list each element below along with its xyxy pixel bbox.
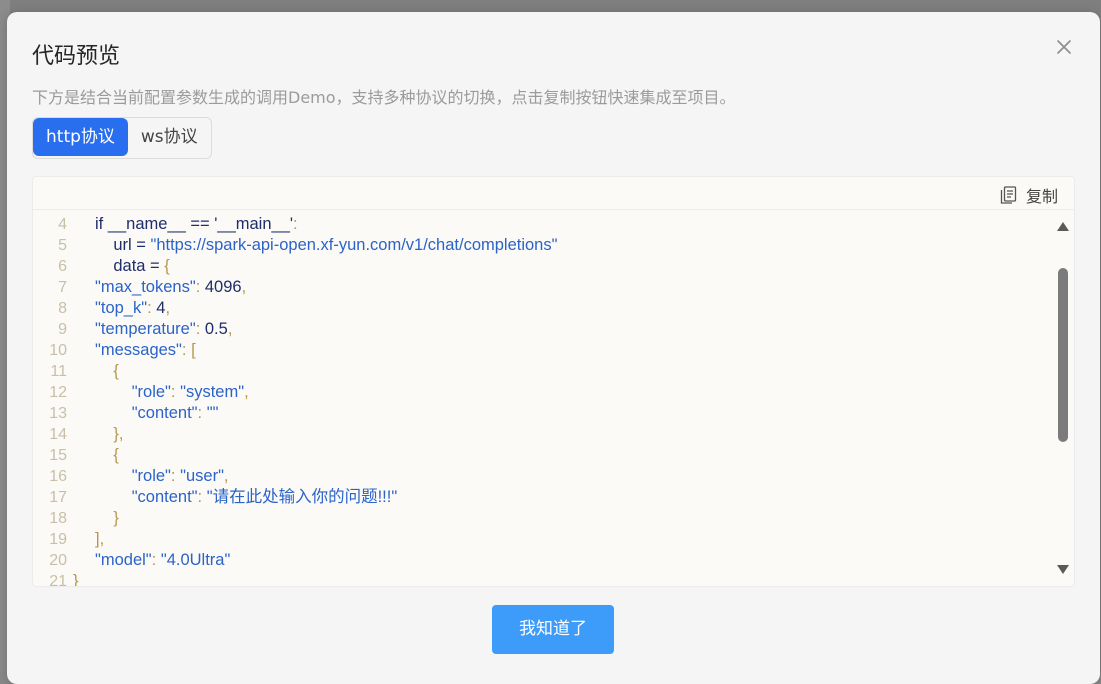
copy-label: 复制 [1025, 187, 1058, 206]
line-number: 16 [49, 468, 67, 485]
code-text: "content": "请在此处输入你的问题!!!" [131, 488, 398, 506]
code-line: 13 "content": "" [33, 403, 1051, 424]
code-line: 5 url = "https://spark-api-open.xf-yun.c… [33, 235, 1051, 256]
code-text: "top_k": 4, [95, 299, 171, 317]
code-lines: 4 if __name__ == '__main__': 5 url = "http… [33, 214, 1051, 586]
code-line: 9 "temperature": 0.5, [33, 319, 1051, 340]
line-number: 18 [49, 510, 67, 527]
line-number: 8 [58, 300, 67, 317]
scrollbar-thumb[interactable] [1058, 268, 1068, 442]
vertical-scrollbar[interactable] [1054, 211, 1072, 585]
close-icon[interactable] [1055, 38, 1073, 56]
scroll-down-icon[interactable] [1057, 565, 1069, 575]
confirm-button[interactable]: 我知道了 [492, 605, 614, 654]
code-editor[interactable]: 4 if __name__ == '__main__': 5 url = "http… [33, 210, 1051, 586]
code-text: } [73, 572, 79, 586]
code-text: "model": "4.0Ultra" [95, 551, 231, 569]
code-text: "role": "user", [131, 467, 229, 485]
tab-http[interactable]: http协议 [33, 118, 128, 156]
copy-button[interactable]: 复制 [1000, 183, 1058, 207]
line-number: 5 [58, 237, 67, 254]
scroll-up-icon[interactable] [1057, 221, 1069, 231]
code-text: "max_tokens": 4096, [95, 278, 247, 296]
tab-ws[interactable]: ws协议 [128, 118, 211, 156]
protocol-tabs: http协议 ws协议 [32, 117, 212, 159]
code-line: 8 "top_k": 4, [33, 298, 1051, 319]
line-number: 9 [58, 321, 67, 338]
line-number: 20 [49, 552, 67, 569]
code-panel: 复制 4 if __name__ == '__main__': 5 url = "h… [32, 176, 1075, 587]
code-text: { [113, 362, 119, 380]
code-line: 17 "content": "请在此处输入你的问题!!!" [33, 487, 1051, 508]
dialog-subtitle: 下方是结合当前配置参数生成的调用Demo，支持多种协议的切换，点击复制按钮快速集… [32, 88, 736, 107]
line-number: 7 [58, 279, 67, 296]
code-text: data = { [95, 257, 170, 275]
code-line: 12 "role": "system", [33, 382, 1051, 403]
code-text: if __name__ == '__main__': [95, 215, 298, 233]
code-line: 21} [33, 571, 1051, 586]
code-text: }, [113, 425, 124, 443]
line-number: 10 [49, 342, 67, 359]
code-line: 18 } [33, 508, 1051, 529]
line-number: 13 [49, 405, 67, 422]
code-text: } [113, 509, 119, 527]
line-number: 17 [49, 489, 67, 506]
code-line: 14 }, [33, 424, 1051, 445]
code-line: 7 "max_tokens": 4096, [33, 277, 1051, 298]
code-line: 20 "model": "4.0Ultra" [33, 550, 1051, 571]
code-text: { [113, 446, 119, 464]
line-number: 14 [49, 426, 67, 443]
line-number: 4 [58, 216, 67, 233]
line-number: 12 [49, 384, 67, 401]
code-line: 6 data = { [33, 256, 1051, 277]
code-line: 4 if __name__ == '__main__': [33, 214, 1051, 235]
line-number: 6 [58, 258, 67, 275]
code-text: ], [95, 530, 105, 548]
line-number: 11 [50, 363, 67, 380]
line-number: 19 [49, 531, 67, 548]
line-number: 15 [49, 447, 67, 464]
copy-icon [1000, 186, 1017, 204]
code-line: 15 { [33, 445, 1051, 466]
dialog-title: 代码预览 [32, 44, 121, 69]
code-line: 16 "role": "user", [33, 466, 1051, 487]
code-text: url = "https://spark-api-open.xf-yun.com… [95, 236, 558, 254]
code-text: "messages": [ [95, 341, 196, 359]
code-preview-dialog: 代码预览 下方是结合当前配置参数生成的调用Demo，支持多种协议的切换，点击复制… [7, 12, 1100, 684]
code-text: "role": "system", [131, 383, 249, 401]
code-line: 19], [33, 529, 1051, 550]
code-line: 10 "messages": [ [33, 340, 1051, 361]
code-line: 11 { [33, 361, 1051, 382]
code-text: "content": "" [131, 404, 219, 422]
code-text: "temperature": 0.5, [95, 320, 233, 338]
code-toolbar: 复制 [33, 177, 1074, 210]
line-number: 21 [49, 573, 67, 586]
